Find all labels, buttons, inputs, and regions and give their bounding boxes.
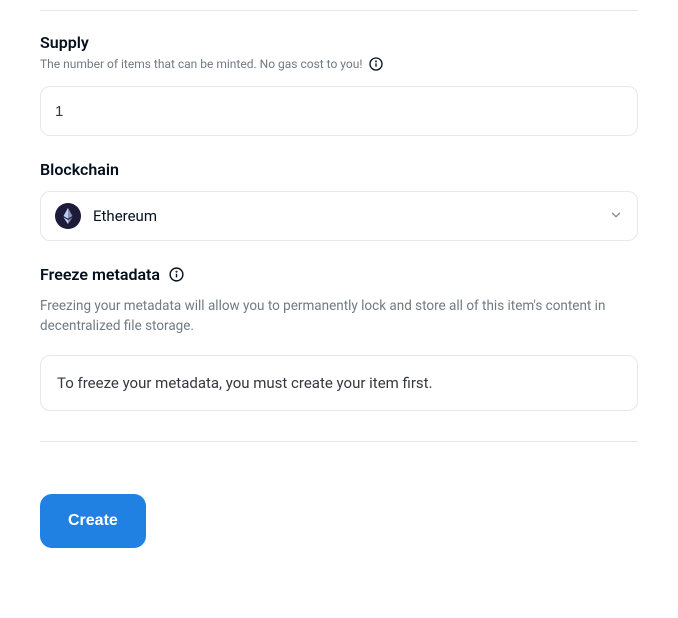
divider bbox=[40, 10, 638, 11]
blockchain-label: Blockchain bbox=[40, 160, 119, 179]
create-button[interactable]: Create bbox=[40, 494, 146, 548]
freeze-section: Freeze metadata Freezing your metadata w… bbox=[40, 265, 638, 411]
blockchain-select[interactable]: Ethereum bbox=[40, 191, 638, 241]
freeze-desc: Freezing your metadata will allow you to… bbox=[40, 296, 638, 337]
info-icon[interactable] bbox=[168, 266, 185, 283]
supply-section: Supply The number of items that can be m… bbox=[40, 33, 638, 136]
supply-desc-text: The number of items that can be minted. … bbox=[40, 57, 362, 71]
freeze-notice-text: To freeze your metadata, you must create… bbox=[57, 374, 433, 392]
chevron-down-icon bbox=[609, 207, 623, 226]
freeze-label-text: Freeze metadata bbox=[40, 265, 160, 284]
supply-input[interactable] bbox=[40, 86, 638, 136]
freeze-label: Freeze metadata bbox=[40, 265, 185, 284]
info-icon[interactable] bbox=[368, 56, 384, 72]
blockchain-value: Ethereum bbox=[93, 207, 597, 225]
divider bbox=[40, 441, 638, 442]
supply-desc: The number of items that can be minted. … bbox=[40, 56, 638, 72]
supply-label: Supply bbox=[40, 33, 89, 52]
freeze-notice-box: To freeze your metadata, you must create… bbox=[40, 355, 638, 411]
blockchain-section: Blockchain Ethereum bbox=[40, 160, 638, 241]
ethereum-icon bbox=[55, 203, 81, 229]
